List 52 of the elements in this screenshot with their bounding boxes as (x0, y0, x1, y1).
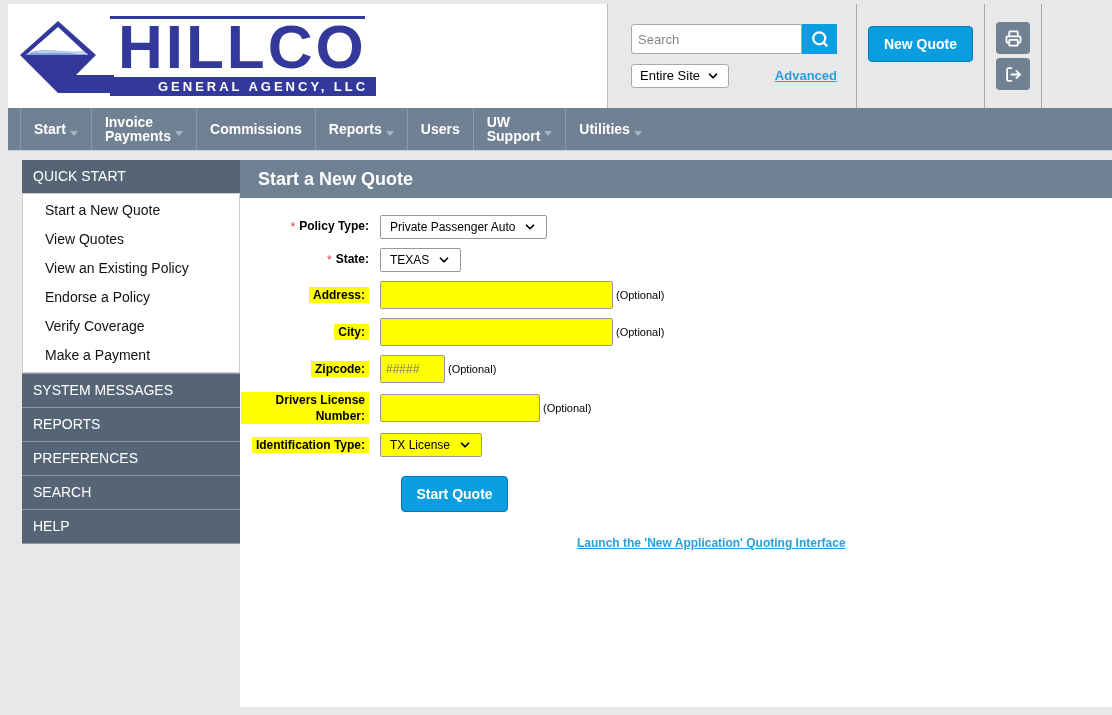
nav-item[interactable]: Commissions (196, 108, 315, 150)
sidebar-section[interactable]: REPORTS (22, 408, 240, 441)
field-label: State: (335, 251, 369, 267)
search-button[interactable] (802, 24, 837, 54)
start-quote-button[interactable]: Start Quote (401, 476, 508, 512)
field-label: Drivers License Number: (241, 392, 369, 424)
select-field[interactable]: TEXAS (380, 248, 462, 272)
panel-title: Start a New Quote (258, 167, 414, 191)
sidebar-link[interactable]: Start a New Quote (23, 196, 239, 225)
sidebar-section[interactable]: HELP (22, 510, 240, 543)
logo-tagline: GENERAL AGENCY, LLC (110, 76, 377, 97)
required-asterisk: * (327, 252, 332, 269)
new-quote-button[interactable]: New Quote (868, 26, 973, 62)
input-field[interactable]: ##### (380, 355, 445, 383)
input-field[interactable] (380, 318, 613, 346)
sidebar-link[interactable]: Make a Payment (23, 341, 239, 370)
sidebar-link[interactable]: Verify Coverage (23, 312, 239, 341)
nav-item[interactable]: Invoice Payments (90, 108, 197, 150)
input-field[interactable] (380, 281, 613, 309)
select-field[interactable]: Private Passenger Auto (380, 215, 548, 239)
logout-icon (1004, 65, 1022, 83)
sidebar-section[interactable]: PREFERENCES (22, 442, 240, 475)
optional-note: (Optional) (616, 287, 665, 303)
field-label: Identification Type: (251, 437, 369, 453)
nav-item[interactable]: UW Support (472, 108, 566, 150)
optional-note: (Optional) (616, 324, 665, 340)
nav-item[interactable]: Start (20, 108, 91, 150)
field-label: Zipcode: (311, 361, 369, 377)
sidebar-section[interactable]: SEARCH (22, 476, 240, 509)
sidebar-section[interactable]: SYSTEM MESSAGES (22, 374, 240, 407)
sidebar-link[interactable]: View an Existing Policy (23, 254, 239, 283)
printer-icon (1004, 29, 1022, 47)
field-label: City: (334, 324, 369, 340)
sidebar-section[interactable]: QUICK START (22, 160, 240, 193)
field-label: Policy Type: (299, 218, 369, 234)
search-icon (810, 30, 829, 48)
select-field[interactable]: TX License (380, 433, 483, 457)
logout-button[interactable] (996, 58, 1030, 90)
print-button[interactable] (996, 22, 1030, 54)
logo-name: HILLCO (117, 18, 368, 75)
search-field[interactable]: Search (631, 24, 802, 54)
nav-item[interactable]: Users (406, 108, 473, 150)
sidebar-link[interactable]: Endorse a Policy (23, 283, 239, 312)
scope-select[interactable]: Entire Site (631, 64, 729, 88)
optional-note: (Optional) (543, 400, 592, 416)
input-field[interactable] (380, 394, 540, 422)
field-label: Address: (309, 287, 369, 303)
required-asterisk: * (290, 219, 296, 236)
nav-item[interactable]: Reports (314, 108, 407, 150)
sidebar-link[interactable]: View Quotes (23, 225, 239, 254)
optional-note: (Optional) (448, 361, 497, 377)
nav-item[interactable]: Utilities (565, 108, 655, 150)
